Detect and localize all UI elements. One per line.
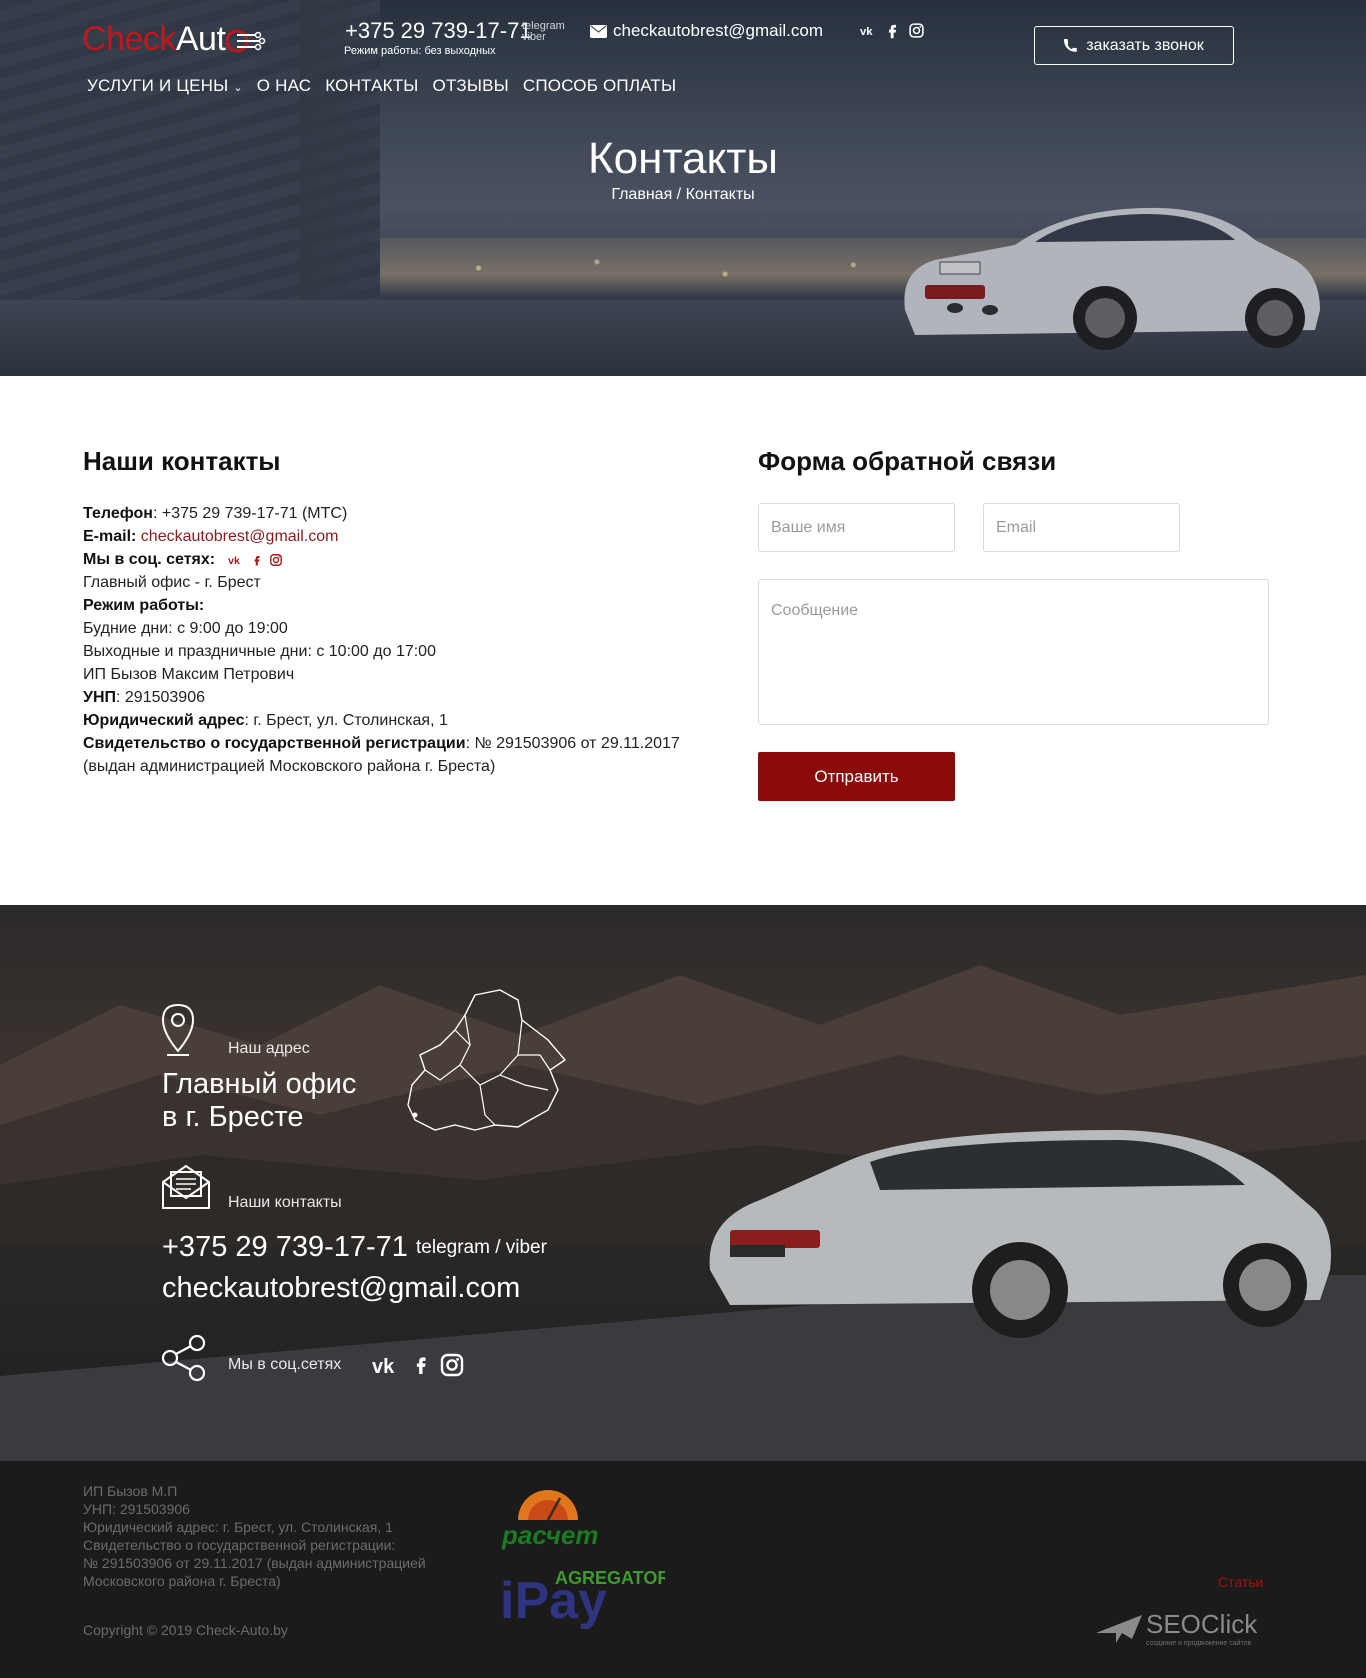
mail-envelope-icon xyxy=(162,1164,210,1209)
office-text: Главный офис - г. Брест xyxy=(83,574,261,591)
legal-line: № 291503906 от 29.11.2017 (выдан админис… xyxy=(83,1555,426,1571)
breadcrumb[interactable]: Главная / Контакты xyxy=(0,186,1366,204)
envelope-icon xyxy=(590,24,607,38)
certificate-label: Свидетельство о государственной регистра… xyxy=(83,735,466,752)
header-email-text: checkautobrest@gmail.com xyxy=(613,21,824,40)
page-title: Контакты xyxy=(587,134,779,183)
phone-label: Телефон xyxy=(83,505,153,522)
contacts-info-block: Телефон: +375 29 739-17-71 (МТС) E-mail:… xyxy=(83,502,683,778)
unp-value: : 291503906 xyxy=(116,689,205,706)
station-wagon-car-image xyxy=(709,1130,1331,1338)
nav-contacts[interactable]: КОНТАКТЫ xyxy=(325,76,418,96)
unp-label: УНП xyxy=(83,689,117,706)
address-label: Юридический адрес xyxy=(83,712,245,729)
header-working-hours: Режим работы: без выходных xyxy=(344,45,496,57)
svg-text:AGREGATOR: AGREGATOR xyxy=(555,1568,665,1588)
nav-payment[interactable]: СПОСОБ ОПЛАТЫ xyxy=(523,76,676,96)
facebook-icon[interactable] xyxy=(884,22,901,39)
legal-line: Свидетельство о государственной регистра… xyxy=(83,1537,396,1553)
instagram-icon[interactable] xyxy=(269,553,283,567)
nav-services-label: УСЛУГИ И ЦЕНЫ xyxy=(87,76,229,95)
header-phone[interactable]: +375 29 739-17-71 xyxy=(345,18,532,44)
nav-reviews[interactable]: ОТЗЫВЫ xyxy=(433,76,509,96)
contact-phone-row: Телефон: +375 29 739-17-71 (МТС) xyxy=(83,502,683,525)
legal-line: Юридический адрес: г. Брест, ул. Столинс… xyxy=(83,1519,393,1535)
logo-text-check: Check xyxy=(82,20,176,58)
facebook-icon[interactable] xyxy=(412,1353,430,1377)
header-social-links: vk xyxy=(860,22,925,39)
header-phone-messengers: telegram viber xyxy=(522,21,565,43)
address-label: Наш адрес xyxy=(228,1040,310,1057)
hours-label: Режим работы: xyxy=(83,597,205,614)
email-link[interactable]: checkautobrest@gmail.com xyxy=(141,528,339,545)
social-label: Мы в соц. сетях: xyxy=(83,551,216,568)
svg-text:vk: vk xyxy=(860,26,873,38)
name-input[interactable] xyxy=(758,503,955,552)
vk-icon[interactable]: vk xyxy=(860,22,877,39)
belarus-map-outline xyxy=(407,989,567,1131)
raschet-logo[interactable]: расчет xyxy=(500,1480,605,1550)
footer-legal-info: ИП Бызов М.П УНП: 291503906 Юридический … xyxy=(83,1482,483,1590)
band-phone-messengers: telegram / viber xyxy=(416,1237,547,1258)
svg-text:vk: vk xyxy=(372,1356,395,1377)
articles-link[interactable]: Статьи xyxy=(1218,1574,1263,1590)
feedback-form-heading: Форма обратной связи xyxy=(758,446,1057,476)
address-line-2: в г. Бресте xyxy=(162,1101,304,1133)
svg-text:расчет: расчет xyxy=(501,1520,599,1550)
contact-email-row: E-mail: checkautobrest@gmail.com xyxy=(83,525,683,548)
share-icon xyxy=(161,1334,206,1382)
nav-about[interactable]: О НАС xyxy=(257,76,311,96)
svg-text:vk: vk xyxy=(228,555,240,567)
band-social-label: Мы в соц.сетях xyxy=(228,1356,342,1373)
band-social-icons: vk xyxy=(372,1353,464,1377)
message-textarea[interactable] xyxy=(758,579,1269,725)
email-label: E-mail: xyxy=(83,528,137,545)
vk-icon[interactable]: vk xyxy=(228,553,245,567)
band-phone[interactable]: +375 29 739-17-71 xyxy=(162,1231,408,1264)
address-line-1: Главный офис xyxy=(162,1068,357,1100)
phone-value[interactable]: : +375 29 739-17-71 (МТС) xyxy=(153,505,347,522)
logo-text-auto: Aut xyxy=(175,20,226,58)
svg-text:создание и продвижение сайтов: создание и продвижение сайтов xyxy=(1146,1639,1252,1647)
order-call-label: заказать звонок xyxy=(1086,36,1204,54)
site-logo[interactable]: CheckAut xyxy=(82,22,269,56)
seoclick-logo[interactable]: SEOClick создание и продвижение сайтов xyxy=(1094,1605,1269,1650)
chevron-down-icon: ⌄ xyxy=(233,82,243,94)
nav-services-prices[interactable]: УСЛУГИ И ЦЕНЫ ⌄ xyxy=(87,76,243,96)
legal-line: УНП: 291503906 xyxy=(83,1501,190,1517)
facebook-icon[interactable] xyxy=(251,553,263,567)
ipay-agregator-logo[interactable]: iPay AGREGATOR xyxy=(500,1560,665,1630)
band-email[interactable]: checkautobrest@gmail.com xyxy=(162,1272,520,1305)
contacts-social-icons: vk xyxy=(228,553,283,567)
phone-icon xyxy=(1064,38,1078,52)
header-email-link[interactable]: checkautobrest@gmail.com xyxy=(590,21,823,41)
band-contacts-label: Наши контакты xyxy=(228,1194,342,1211)
location-pin-icon xyxy=(161,1003,195,1056)
vk-icon[interactable]: vk xyxy=(372,1353,402,1377)
copyright: Copyright © 2019 Check-Auto.by xyxy=(83,1622,288,1638)
owner-name: ИП Бызов Максим Петрович xyxy=(83,666,295,683)
weekend-hours: Выходные и праздничные дни: с 10:00 до 1… xyxy=(83,643,436,660)
legal-line: ИП Бызов М.П xyxy=(83,1483,178,1499)
contacts-heading: Наши контакты xyxy=(83,446,281,476)
legal-line: Московского района г. Бреста) xyxy=(83,1573,281,1589)
contact-social-row: Мы в соц. сетях: vk xyxy=(83,548,683,571)
viber-tag: viber xyxy=(522,31,546,43)
submit-button[interactable]: Отправить xyxy=(758,752,955,801)
email-input[interactable] xyxy=(983,503,1180,552)
instagram-icon[interactable] xyxy=(440,1353,464,1377)
svg-text:SEOClick: SEOClick xyxy=(1146,1609,1258,1639)
weekday-hours: Будние дни: с 9:00 до 19:00 xyxy=(83,620,288,637)
logo-circuit-icon xyxy=(225,29,266,53)
main-nav: УСЛУГИ И ЦЕНЫ ⌄ О НАС КОНТАКТЫ ОТЗЫВЫ СП… xyxy=(87,76,676,96)
instagram-icon[interactable] xyxy=(908,22,925,39)
order-call-button[interactable]: заказать звонок xyxy=(1034,26,1234,65)
address-value: : г. Брест, ул. Столинская, 1 xyxy=(244,712,448,729)
